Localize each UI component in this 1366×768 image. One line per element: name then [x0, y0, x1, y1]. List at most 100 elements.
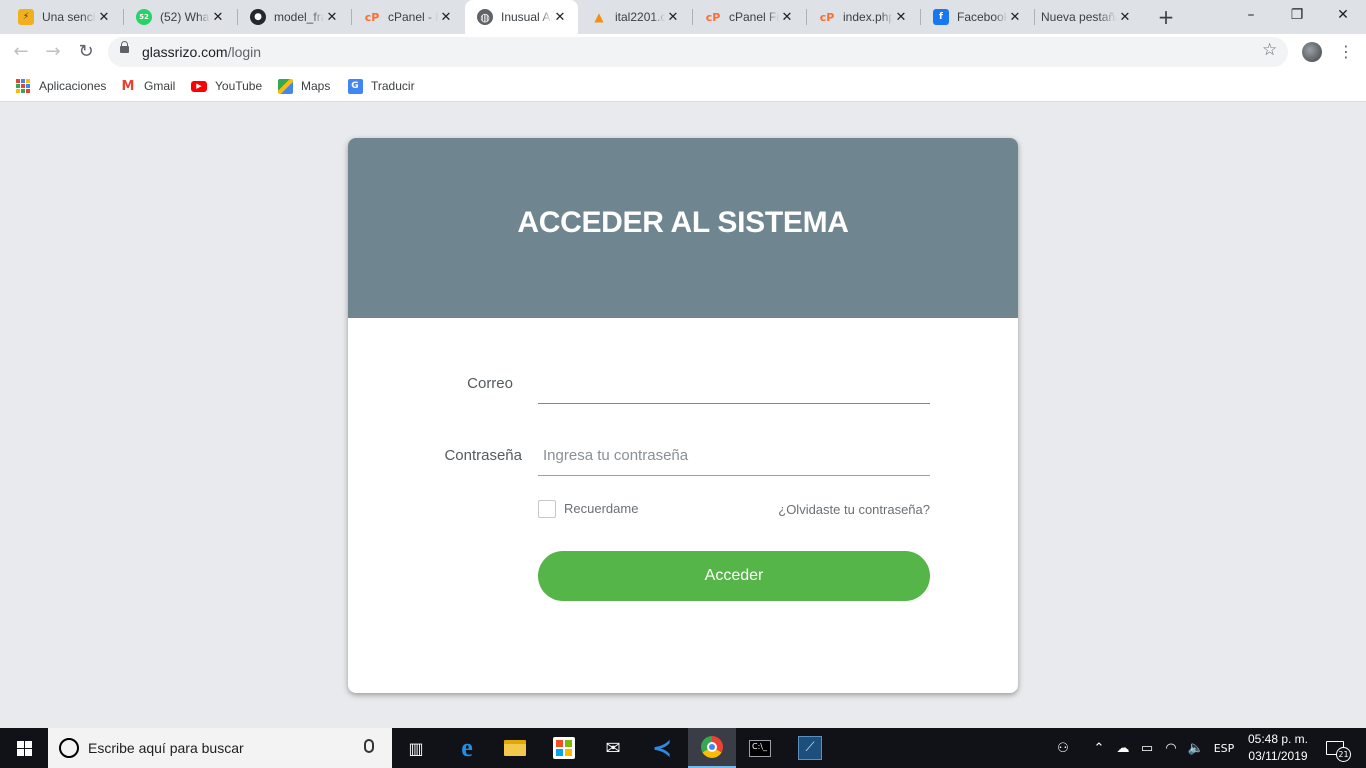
bookmark-label: YouTube: [215, 79, 263, 93]
chrome-icon[interactable]: [688, 728, 736, 768]
chevron-up-icon[interactable]: ⌃: [1090, 728, 1108, 768]
restore-button[interactable]: ❐: [1274, 0, 1320, 30]
youtube-icon: ▶: [191, 78, 207, 94]
mysql-workbench-icon[interactable]: ⟋: [786, 728, 834, 768]
bookmark-star-icon[interactable]: ☆: [1262, 40, 1277, 60]
close-icon[interactable]: ✕: [779, 10, 795, 25]
close-icon[interactable]: ✕: [1117, 10, 1133, 25]
bolt-icon: ⚡: [18, 9, 34, 25]
microphone-icon[interactable]: [364, 739, 374, 753]
tab-title: cPanel File: [729, 10, 779, 24]
translate-icon: G: [347, 78, 363, 94]
close-icon[interactable]: ✕: [552, 10, 568, 25]
new-tab-button[interactable]: +: [1154, 5, 1178, 29]
tab-title: index.php: [843, 10, 893, 24]
close-icon[interactable]: ✕: [210, 10, 226, 25]
task-view-icon[interactable]: ▥: [392, 728, 440, 768]
tab-index-php[interactable]: cP index.php ✕: [807, 0, 919, 34]
close-icon[interactable]: ✕: [96, 10, 112, 25]
whatsapp-icon: 52: [136, 9, 152, 25]
menu-kebab-icon[interactable]: ⋮: [1338, 40, 1354, 64]
bookmark-apps[interactable]: Aplicaciones: [15, 76, 106, 96]
profile-avatar[interactable]: [1302, 42, 1322, 62]
forgot-password-link[interactable]: ¿Olvidaste tu contraseña?: [748, 502, 930, 517]
password-field[interactable]: [538, 436, 930, 476]
tab-cpanel-file[interactable]: cP cPanel File ✕: [693, 0, 805, 34]
taskbar-search[interactable]: Escribe aquí para buscar: [48, 728, 392, 768]
tab-inusual-apps[interactable]: ◍ Inusual Apps ✕: [465, 0, 578, 34]
taskbar: Escribe aquí para buscar ▥ e ✉ ≺ C:\_ ⟋ …: [0, 728, 1366, 768]
bookmarks-bar: Aplicaciones M Gmail ▶ YouTube Maps G Tr…: [0, 70, 1366, 102]
lock-icon[interactable]: [120, 41, 129, 53]
tab-nueva-pestana[interactable]: Nueva pestaña ✕: [1035, 0, 1143, 34]
wifi-icon[interactable]: ◠: [1161, 728, 1181, 768]
tab-title: Inusual Apps: [501, 10, 552, 24]
tab-una-sencilla[interactable]: ⚡ Una sencilla ✕: [6, 0, 122, 34]
maps-icon: [277, 78, 293, 94]
people-icon[interactable]: ⚇: [1052, 728, 1074, 768]
tab-strip: ⚡ Una sencilla ✕ 52 (52) WhatsApp ✕ ● mo…: [0, 0, 1366, 34]
battery-icon[interactable]: ▭: [1137, 728, 1157, 768]
page-title: ACCEDER AL SISTEMA: [517, 206, 849, 239]
facebook-icon: f: [933, 9, 949, 25]
cpanel-icon: cP: [819, 10, 835, 24]
bookmark-traducir[interactable]: G Traducir: [347, 76, 415, 96]
back-button[interactable]: ←: [9, 40, 33, 64]
tab-title: (52) WhatsApp: [160, 10, 210, 24]
address-bar[interactable]: glassrizo.com/login ☆: [108, 37, 1288, 67]
remember-checkbox[interactable]: [538, 500, 556, 518]
reload-button[interactable]: ↻: [74, 40, 98, 64]
volume-muted-icon[interactable]: 🔈: [1185, 728, 1207, 768]
tab-cpanel-dom[interactable]: cP cPanel - Dom ✕: [352, 0, 464, 34]
close-icon[interactable]: ✕: [665, 10, 681, 25]
close-window-button[interactable]: ✕: [1320, 0, 1366, 30]
password-label: Contraseña: [444, 447, 522, 464]
phpmyadmin-icon: ▲: [594, 10, 604, 24]
vscode-icon[interactable]: ≺: [638, 728, 686, 768]
tab-model-frame[interactable]: ● model_frame ✕: [238, 0, 350, 34]
tab-ital2201[interactable]: ▲ ital2201.com ✕: [579, 0, 691, 34]
email-field[interactable]: [538, 364, 930, 404]
terminal-icon[interactable]: C:\_: [736, 728, 784, 768]
search-placeholder: Escribe aquí para buscar: [88, 740, 244, 756]
tab-title: Nueva pestaña: [1041, 10, 1117, 24]
clock-date: 03/11/2019: [1248, 749, 1308, 763]
clock[interactable]: 05:48 p. m. 03/11/2019: [1244, 731, 1312, 765]
close-icon[interactable]: ✕: [324, 10, 340, 25]
url-text[interactable]: glassrizo.com/login: [142, 44, 261, 60]
notification-count: 21: [1336, 747, 1351, 762]
bookmark-maps[interactable]: Maps: [277, 76, 330, 96]
gmail-icon: M: [121, 78, 135, 94]
tab-title: ital2201.com: [615, 10, 665, 24]
bookmark-youtube[interactable]: ▶ YouTube: [191, 76, 262, 96]
notifications-icon[interactable]: 21: [1320, 728, 1351, 768]
forward-button[interactable]: →: [41, 40, 65, 64]
minimize-button[interactable]: –: [1228, 0, 1274, 30]
login-header: ACCEDER AL SISTEMA: [348, 138, 1018, 318]
login-card: ACCEDER AL SISTEMA Correo Contraseña Rec…: [348, 138, 1018, 693]
mail-icon[interactable]: ✉: [589, 728, 637, 768]
globe-icon: ◍: [477, 9, 493, 25]
bookmark-label: Gmail: [144, 79, 176, 93]
close-icon[interactable]: ✕: [438, 10, 454, 25]
remember-label[interactable]: Recuerdame: [564, 501, 638, 516]
bookmark-label: Maps: [301, 79, 331, 93]
file-explorer-icon[interactable]: [491, 728, 539, 768]
close-icon[interactable]: ✕: [1007, 10, 1023, 25]
language-indicator[interactable]: ESP: [1210, 728, 1238, 768]
tab-whatsapp[interactable]: 52 (52) WhatsApp ✕: [124, 0, 236, 34]
start-button[interactable]: [0, 728, 48, 768]
onedrive-icon[interactable]: ☁: [1112, 728, 1134, 768]
close-icon[interactable]: ✕: [893, 10, 909, 25]
clock-time: 05:48 p. m.: [1247, 732, 1309, 746]
github-icon: ●: [250, 9, 266, 25]
email-label: Correo: [467, 375, 513, 392]
tab-title: Una sencilla: [42, 10, 96, 24]
submit-button[interactable]: Acceder: [538, 551, 930, 601]
bookmark-gmail[interactable]: M Gmail: [120, 76, 176, 96]
edge-icon[interactable]: e: [443, 728, 491, 768]
tab-title: model_frame: [274, 10, 324, 24]
store-icon[interactable]: [540, 728, 588, 768]
tab-facebook[interactable]: f Facebook ✕: [921, 0, 1033, 34]
windows-icon: [17, 741, 32, 756]
